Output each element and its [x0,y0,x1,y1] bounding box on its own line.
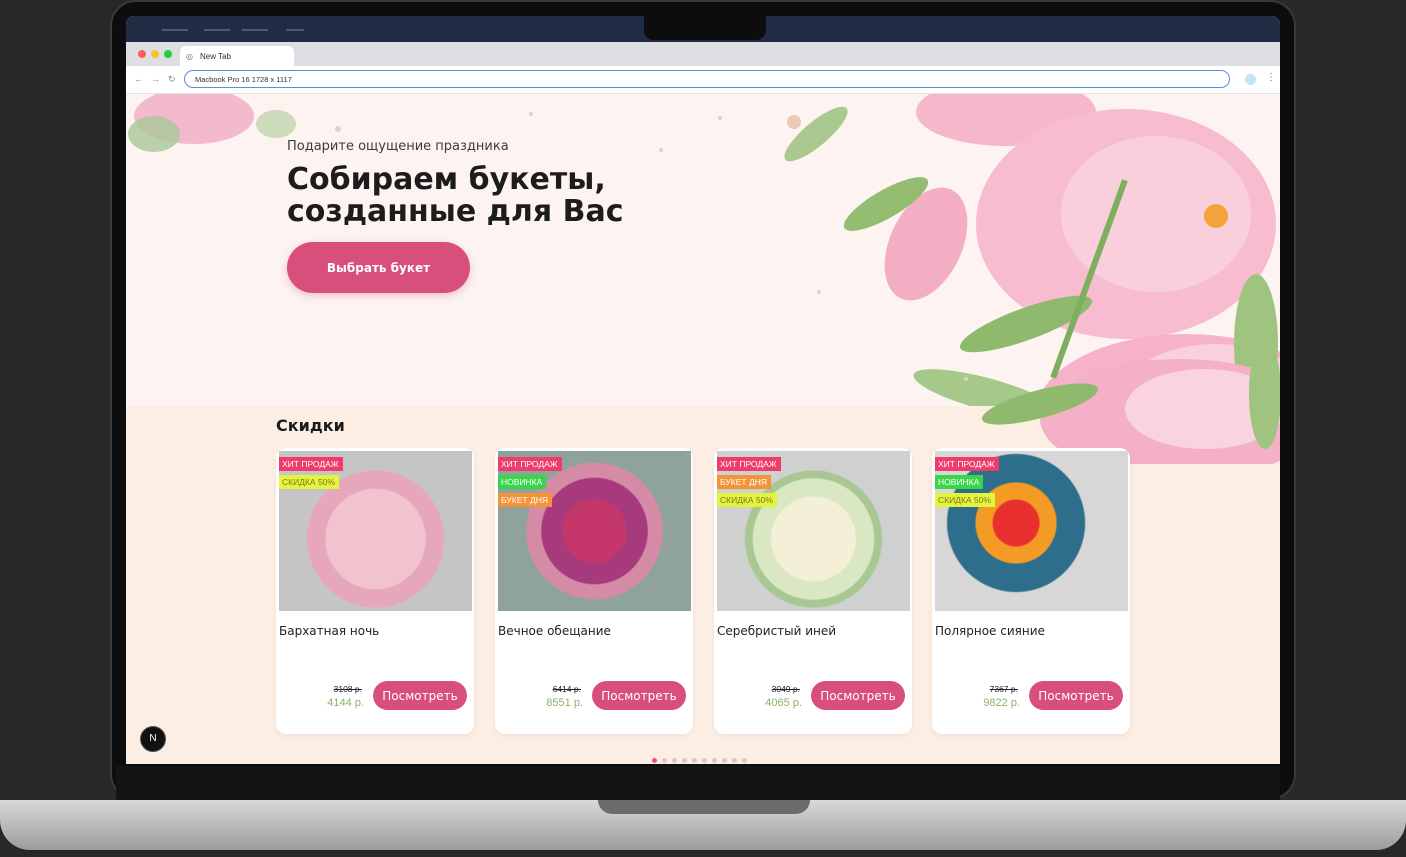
camera-notch [644,16,766,40]
carousel-dot[interactable] [702,758,707,763]
product-old-price: 7367 р. [989,684,1018,694]
product-name[interactable]: Бархатная ночь [279,624,379,638]
product-card[interactable]: хит продаж букет дня скидка 50% Серебристы… [714,448,912,734]
product-photo[interactable]: хит продаж букет дня скидка 50% [717,451,910,611]
hero-title: Собираем букеты, созданные для Вас [287,164,687,228]
close-window-button[interactable] [138,50,146,58]
address-bar[interactable]: Macbook Pro 16 1728 x 1117 [184,70,1230,88]
view-product-button[interactable]: Посмотреть [1029,681,1123,710]
view-product-button[interactable]: Посмотреть [373,681,467,710]
discounts-title: Скидки [276,416,345,435]
carousel-dots [652,750,752,763]
carousel-dot[interactable] [672,758,677,763]
product-name[interactable]: Вечное обещание [498,624,611,638]
peony-overlap [981,339,1280,464]
screen: ◎ New Tab ← → ↻ Macbook Pro 16 1728 x 11… [126,16,1280,764]
product-photo[interactable]: хит продаж скидка 50% [279,451,472,611]
product-price: 4144 р. [327,697,364,709]
web-page: Подарите ощущение праздника Собираем бук… [126,94,1280,764]
browser-tab[interactable]: ◎ New Tab [180,46,294,66]
browser-tabbar: ◎ New Tab [126,42,1280,66]
product-card[interactable]: хит продаж новинка букет дня Вечное обещан… [495,448,693,734]
carousel-dot[interactable] [712,758,717,763]
zoom-window-button[interactable] [164,50,172,58]
product-badge: скидка 50% [279,475,339,489]
product-price: 9822 р. [983,697,1020,709]
carousel-dot[interactable] [732,758,737,763]
reload-icon[interactable]: ↻ [168,74,176,85]
dev-indicator-button[interactable]: N [140,726,166,752]
menu-item[interactable] [242,29,268,31]
carousel-dot[interactable] [692,758,697,763]
product-name[interactable]: Полярное сияние [935,624,1045,638]
hero-kicker: Подарите ощущение праздника [287,139,509,154]
hero-title-line: созданные для Вас [287,194,624,229]
carousel-dot[interactable] [722,758,727,763]
minimize-window-button[interactable] [151,50,159,58]
menu-kebab-icon[interactable]: ⋮ [1266,72,1276,83]
carousel-dot[interactable] [662,758,667,763]
product-badge: скидка 50% [935,493,995,507]
product-card[interactable]: хит продаж скидка 50% Бархатная ночь 3108… [276,448,474,734]
forward-icon[interactable]: → [151,74,160,84]
laptop-notch [598,800,810,814]
hero-title-line: Собираем букеты, [287,162,606,197]
choose-bouquet-button[interactable]: Выбрать букет [287,242,470,293]
product-badge: новинка [498,475,547,489]
product-old-price: 3108 р. [333,684,362,694]
tab-title: New Tab [200,52,231,61]
globe-icon: ◎ [186,52,193,61]
menu-item[interactable] [286,29,304,31]
product-price: 8551 р. [546,697,583,709]
product-badge: букет дня [498,493,552,507]
view-product-button[interactable]: Посмотреть [811,681,905,710]
product-badge: скидка 50% [717,493,777,507]
menu-item[interactable] [162,29,188,31]
product-badge: новинка [935,475,984,489]
laptop-bezel-bottom [116,766,1280,800]
product-badge: букет дня [717,475,771,489]
view-product-button[interactable]: Посмотреть [592,681,686,710]
back-icon[interactable]: ← [134,74,143,84]
carousel-dot[interactable] [742,758,747,763]
product-card[interactable]: хит продаж новинка скидка 50% Полярное сия… [932,448,1130,734]
carousel-dot[interactable] [652,758,657,763]
product-photo[interactable]: хит продаж новинка букет дня [498,451,691,611]
product-old-price: 6414 р. [552,684,581,694]
product-badge: хит продаж [717,457,781,471]
product-badge: хит продаж [279,457,343,471]
product-name[interactable]: Серебристый иней [717,624,836,638]
carousel-dot[interactable] [682,758,687,763]
product-old-price: 3049 р. [771,684,800,694]
product-badge: хит продаж [935,457,999,471]
product-price: 4065 р. [765,697,802,709]
extension-icon[interactable] [1245,74,1256,85]
menu-item[interactable] [204,29,230,31]
product-photo[interactable]: хит продаж новинка скидка 50% [935,451,1128,611]
browser-toolbar: ← → ↻ Macbook Pro 16 1728 x 1117 ⋮ [126,66,1280,94]
product-badge: хит продаж [498,457,562,471]
laptop-base [0,800,1406,850]
